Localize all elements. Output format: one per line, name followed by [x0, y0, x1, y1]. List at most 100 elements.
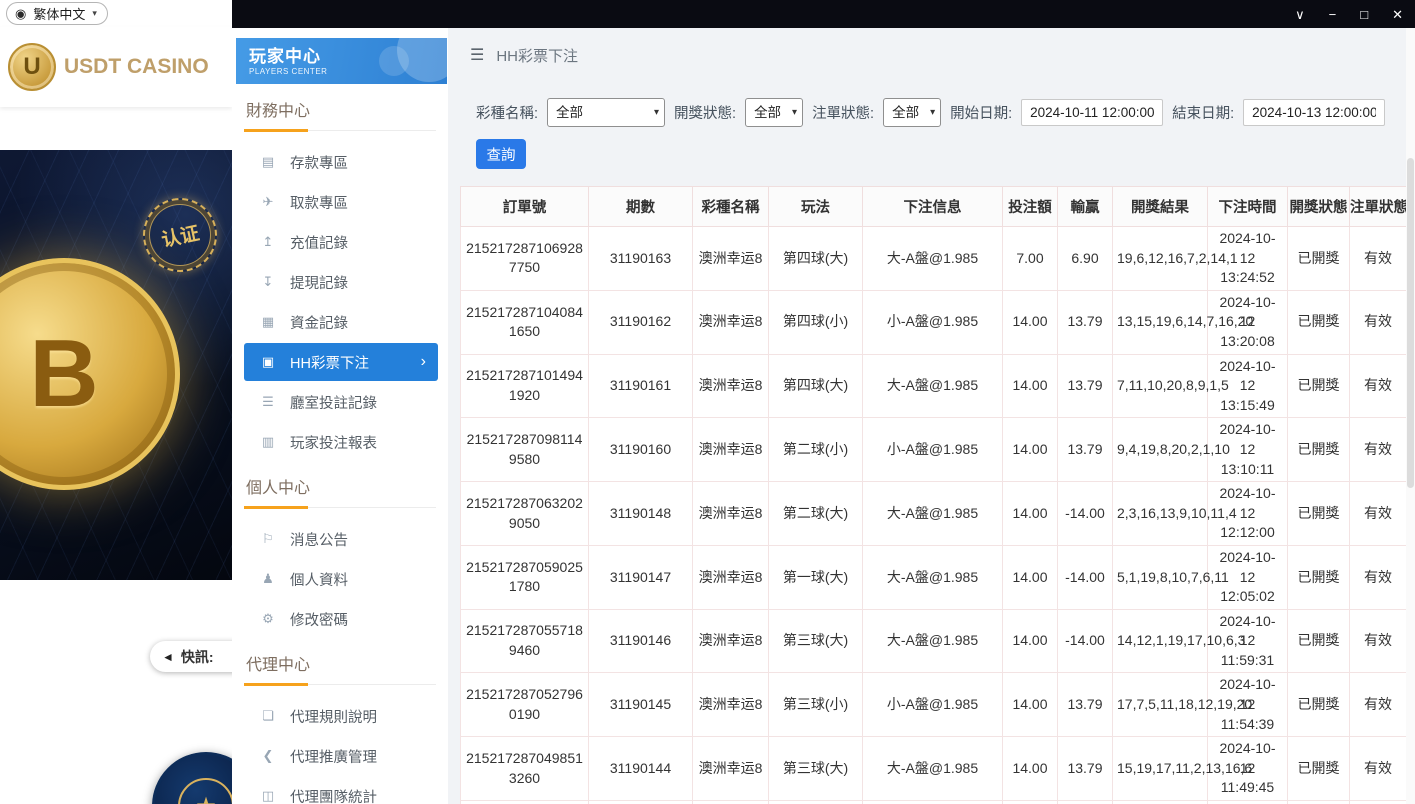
cell-draw-result: 13,15,19,6,14,7,16,20: [1113, 290, 1208, 354]
cell-bet-amount: 14.00: [1003, 737, 1058, 801]
cell-lottery-name: 澳洲幸运8: [693, 545, 769, 609]
brand-logo[interactable]: U USDT CASINO: [0, 27, 232, 107]
window-maximize-button[interactable]: □: [1360, 8, 1368, 21]
table-row[interactable]: 215217287055718946031190146澳洲幸运8第三球(大)大-…: [461, 609, 1407, 673]
sidebar-item-hh-lottery-bets[interactable]: ▣HH彩票下注›: [244, 343, 438, 381]
cell-draw-status: 已開獎: [1288, 227, 1350, 291]
sidebar-item-player-bet-report[interactable]: ▥玩家投注報表: [244, 423, 438, 461]
chevron-right-icon: ›: [421, 353, 438, 371]
table-row[interactable]: 215217287101494192031190161澳洲幸运8第四球(大)大-…: [461, 354, 1407, 418]
language-selector[interactable]: ◉ 繁体中文 ▾: [6, 2, 108, 25]
cell-bet-info: 小-A盤@1.985: [863, 418, 1003, 482]
window-collapse-button[interactable]: ∨: [1295, 8, 1305, 21]
cell-win-loss: 13.79: [1058, 290, 1113, 354]
brand-coin-letter: U: [23, 53, 40, 81]
order-status-select-wrap: 全部 ▾: [883, 98, 941, 127]
deposit-icon: ▤: [260, 154, 276, 170]
share-icon: ❮: [260, 748, 276, 764]
sidebar-title: 玩家中心: [236, 38, 447, 67]
cell-play-type: 第三球(小): [769, 673, 863, 737]
table-row[interactable]: 215217287098114958031190160澳洲幸运8第二球(小)小-…: [461, 418, 1407, 482]
app-body: 玩家中心 PLAYERS CENTER 財務中心▤存款專區✈取款專區↥充值記錄↧…: [232, 28, 1415, 804]
cell-draw-result: 10,18,1,14,17,16,12,3: [1113, 801, 1208, 804]
sidebar-item-messages[interactable]: ⚐消息公告: [244, 520, 438, 558]
cell-period: 31190143: [589, 801, 693, 804]
bitcoin-hero-image: B 认证: [0, 150, 232, 580]
draw-status-label: 開獎狀態:: [674, 102, 736, 123]
cell-order-status: 有效: [1350, 227, 1407, 291]
cell-lottery-name: 澳洲幸运8: [693, 801, 769, 804]
vertical-scrollbar[interactable]: [1406, 28, 1415, 804]
order-status-label: 注單狀態:: [812, 102, 874, 123]
cell-win-loss: 13.79: [1058, 737, 1113, 801]
withdraw-records-icon: ↧: [260, 274, 276, 290]
end-date-label: 結束日期:: [1172, 102, 1234, 123]
sidebar-item-agent-promotion[interactable]: ❮代理推廣管理: [244, 737, 438, 775]
table-row[interactable]: 215217287106928775031190163澳洲幸运8第四球(大)大-…: [461, 227, 1407, 291]
sidebar-item-change-password[interactable]: ⚙修改密碼: [244, 600, 438, 638]
filter-bar: 彩種名稱: 全部 ▾ 開獎狀態: 全部 ▾ 注單狀態:: [448, 98, 1415, 127]
cell-bet-info: 大-A盤@1.985: [863, 737, 1003, 801]
cell-bet-info: 大-A盤@1.985: [863, 482, 1003, 546]
cell-play-type: 第三球(小): [769, 801, 863, 804]
background-page: ◉ 繁体中文 ▾ U USDT CASINO B 认证 ◄ 快訊: ★: [0, 0, 232, 804]
cell-draw-result: 2,3,16,13,9,10,11,4: [1113, 482, 1208, 546]
table-row[interactable]: 215217287104084165031190162澳洲幸运8第四球(小)小-…: [461, 290, 1407, 354]
cell-win-loss: 13.79: [1058, 801, 1113, 804]
lottery-name-select-wrap: 全部 ▾: [547, 98, 665, 127]
sidebar-item-recharge-records[interactable]: ↥充值記錄: [244, 223, 438, 261]
cell-period: 31190163: [589, 227, 693, 291]
window-minimize-button[interactable]: −: [1329, 8, 1337, 21]
cell-win-loss: -14.00: [1058, 609, 1113, 673]
sidebar-item-funds-records[interactable]: ▦資金記錄: [244, 303, 438, 341]
withdraw-icon: ✈: [260, 194, 276, 210]
cell-draw-status: 已開獎: [1288, 545, 1350, 609]
cell-play-type: 第二球(大): [769, 482, 863, 546]
sidebar-item-withdraw-records[interactable]: ↧提現記錄: [244, 263, 438, 301]
sidebar-item-agent-team-stats[interactable]: ◫代理團隊統計: [244, 777, 438, 804]
table-row[interactable]: 215217287049851326031190144澳洲幸运8第三球(大)大-…: [461, 737, 1407, 801]
table-row[interactable]: 215217287052796019031190145澳洲幸运8第三球(小)小-…: [461, 673, 1407, 737]
scrollbar-thumb[interactable]: [1407, 158, 1414, 488]
cell-lottery-name: 澳洲幸运8: [693, 290, 769, 354]
start-date-label: 開始日期:: [950, 102, 1012, 123]
cell-order-no: 2152172870981149580: [461, 418, 589, 482]
sidebar-subtitle: PLAYERS CENTER: [236, 67, 447, 76]
table-row[interactable]: 215217287063202905031190148澳洲幸运8第二球(大)大-…: [461, 482, 1407, 546]
cell-order-no: 2152172870632029050: [461, 482, 589, 546]
cell-bet-amount: 14.00: [1003, 545, 1058, 609]
cell-lottery-name: 澳洲幸运8: [693, 354, 769, 418]
search-button[interactable]: 查詢: [476, 139, 526, 169]
cell-bet-amount: 14.00: [1003, 801, 1058, 804]
cell-bet-info: 大-A盤@1.985: [863, 227, 1003, 291]
table-row[interactable]: 215217287046720736031190143澳洲幸运8第三球(小)小-…: [461, 801, 1407, 804]
sidebar-item-withdraw[interactable]: ✈取款專區: [244, 183, 438, 221]
lottery-name-select[interactable]: 全部: [547, 98, 665, 127]
menu-toggle-icon[interactable]: ☰: [470, 45, 484, 65]
sidebar-item-agent-rules[interactable]: ❏代理規則說明: [244, 697, 438, 735]
cell-order-status: 有效: [1350, 737, 1407, 801]
bell-icon: ⚐: [260, 531, 276, 547]
bitcoin-coin-graphic: B: [0, 258, 180, 490]
cell-play-type: 第四球(大): [769, 227, 863, 291]
order-status-select[interactable]: 全部: [883, 98, 941, 127]
sidebar-item-deposit[interactable]: ▤存款專區: [244, 143, 438, 181]
table-row[interactable]: 215217287059025178031190147澳洲幸运8第一球(大)大-…: [461, 545, 1407, 609]
sidebar-item-profile[interactable]: ♟個人資料: [244, 560, 438, 598]
content-header: ☰ HH彩票下注: [448, 28, 1415, 82]
star-icon: ★: [195, 792, 217, 804]
cell-lottery-name: 澳洲幸运8: [693, 482, 769, 546]
window-close-button[interactable]: ✕: [1392, 8, 1403, 21]
cell-lottery-name: 澳洲幸运8: [693, 737, 769, 801]
report-icon: ▥: [260, 434, 276, 450]
cell-draw-status: 已開獎: [1288, 609, 1350, 673]
sidebar-item-room-bet-records[interactable]: ☰廳室投註記錄: [244, 383, 438, 421]
funds-records-icon: ▦: [260, 314, 276, 330]
cell-period: 31190145: [589, 673, 693, 737]
window-titlebar: ∨ − □ ✕: [232, 0, 1415, 28]
page-title: HH彩票下注: [496, 45, 578, 66]
start-date-input[interactable]: [1021, 99, 1163, 126]
end-date-input[interactable]: [1243, 99, 1385, 126]
cell-period: 31190160: [589, 418, 693, 482]
draw-status-select[interactable]: 全部: [745, 98, 803, 127]
